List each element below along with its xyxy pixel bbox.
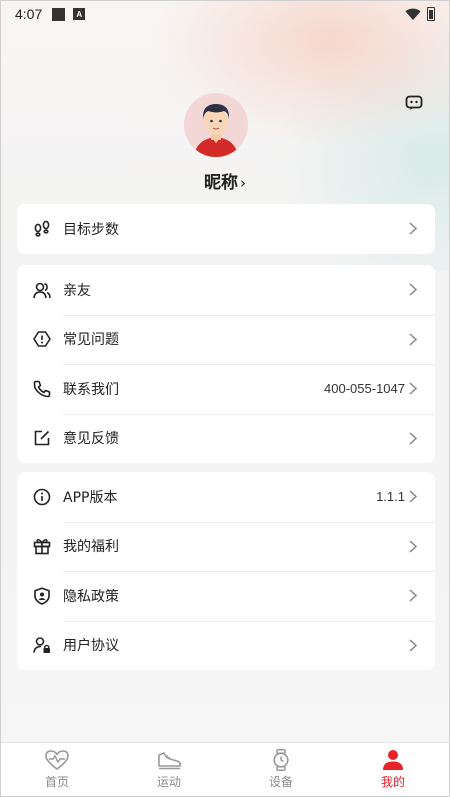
info-icon xyxy=(33,488,51,506)
row-label: 常见问题 xyxy=(63,332,119,349)
menu-group-2: APP版本 1.1.1 我的福利 隐私政策 用户协议 xyxy=(17,472,435,670)
row-label: 目标步数 xyxy=(63,221,119,238)
notification-a-icon: A xyxy=(73,8,86,20)
status-time: 4:07 xyxy=(15,6,43,22)
bottom-tab-bar: 首页 运动 设备 我的 xyxy=(1,742,449,796)
sneaker-icon xyxy=(158,752,181,770)
row-app-version[interactable]: APP版本 1.1.1 xyxy=(17,472,435,522)
row-friends[interactable]: 亲友 xyxy=(17,265,435,315)
row-label: 隐私政策 xyxy=(63,588,119,605)
chevron-right-icon: › xyxy=(240,174,246,192)
goal-steps-card: 目标步数 xyxy=(17,204,435,254)
row-user-agreement[interactable]: 用户协议 xyxy=(17,620,435,671)
row-feedback[interactable]: 意见反馈 xyxy=(17,413,435,464)
gift-icon xyxy=(33,537,51,555)
chevron-right-icon xyxy=(409,283,419,296)
row-label: 用户协议 xyxy=(63,638,119,655)
chevron-right-icon xyxy=(409,639,419,652)
battery-icon xyxy=(427,7,435,21)
heart-pulse-icon xyxy=(45,750,69,770)
app-version-value: 1.1.1 xyxy=(376,489,405,505)
row-contact-us[interactable]: 联系我们 400-055-1047 xyxy=(17,364,435,414)
row-privacy-policy[interactable]: 隐私政策 xyxy=(17,571,435,621)
tab-label: 运动 xyxy=(156,775,181,789)
chevron-right-icon xyxy=(409,540,419,553)
screen: 4:07 A 昵称 › 目标步数 亲友 常见问题 联系我们 400-055-10… xyxy=(0,0,450,797)
row-faq[interactable]: 常见问题 xyxy=(17,314,435,365)
row-benefits[interactable]: 我的福利 xyxy=(17,521,435,572)
tab-label: 我的 xyxy=(380,775,405,789)
row-label: 亲友 xyxy=(63,282,91,299)
avatar[interactable] xyxy=(184,93,248,157)
row-goal-steps[interactable]: 目标步数 xyxy=(17,204,435,254)
feedback-edit-icon xyxy=(33,429,51,447)
status-bar: 4:07 A xyxy=(1,1,449,27)
user-lock-icon xyxy=(33,636,51,654)
nickname-text: 昵称 xyxy=(204,173,238,193)
row-label: APP版本 xyxy=(63,489,118,506)
faq-icon xyxy=(33,330,51,348)
phone-icon xyxy=(33,380,51,398)
tab-mine[interactable]: 我的 xyxy=(337,743,449,796)
friends-icon xyxy=(33,281,51,299)
message-icon[interactable] xyxy=(405,95,423,115)
shield-user-icon xyxy=(33,587,51,605)
tab-home[interactable]: 首页 xyxy=(1,743,113,796)
tab-label: 首页 xyxy=(44,775,69,789)
tab-device[interactable]: 设备 xyxy=(225,743,337,796)
tab-label: 设备 xyxy=(268,775,293,789)
chevron-right-icon xyxy=(409,222,419,235)
row-label: 我的福利 xyxy=(63,539,119,556)
person-icon xyxy=(383,750,403,770)
wifi-icon xyxy=(405,8,421,20)
row-label: 意见反馈 xyxy=(63,431,119,448)
chevron-right-icon xyxy=(409,382,419,395)
status-right xyxy=(405,7,435,21)
footprints-icon xyxy=(33,220,51,238)
nickname[interactable]: 昵称 › xyxy=(1,168,449,193)
row-label: 联系我们 xyxy=(63,381,119,398)
watch-icon xyxy=(273,749,289,771)
chevron-right-icon xyxy=(409,490,419,503)
tab-sport[interactable]: 运动 xyxy=(113,743,225,796)
chevron-right-icon xyxy=(409,432,419,445)
menu-group-1: 亲友 常见问题 联系我们 400-055-1047 意见反馈 xyxy=(17,265,435,463)
chevron-right-icon xyxy=(409,589,419,602)
contact-phone-value: 400-055-1047 xyxy=(324,381,405,397)
chevron-right-icon xyxy=(409,333,419,346)
notification-square-icon xyxy=(52,7,66,21)
